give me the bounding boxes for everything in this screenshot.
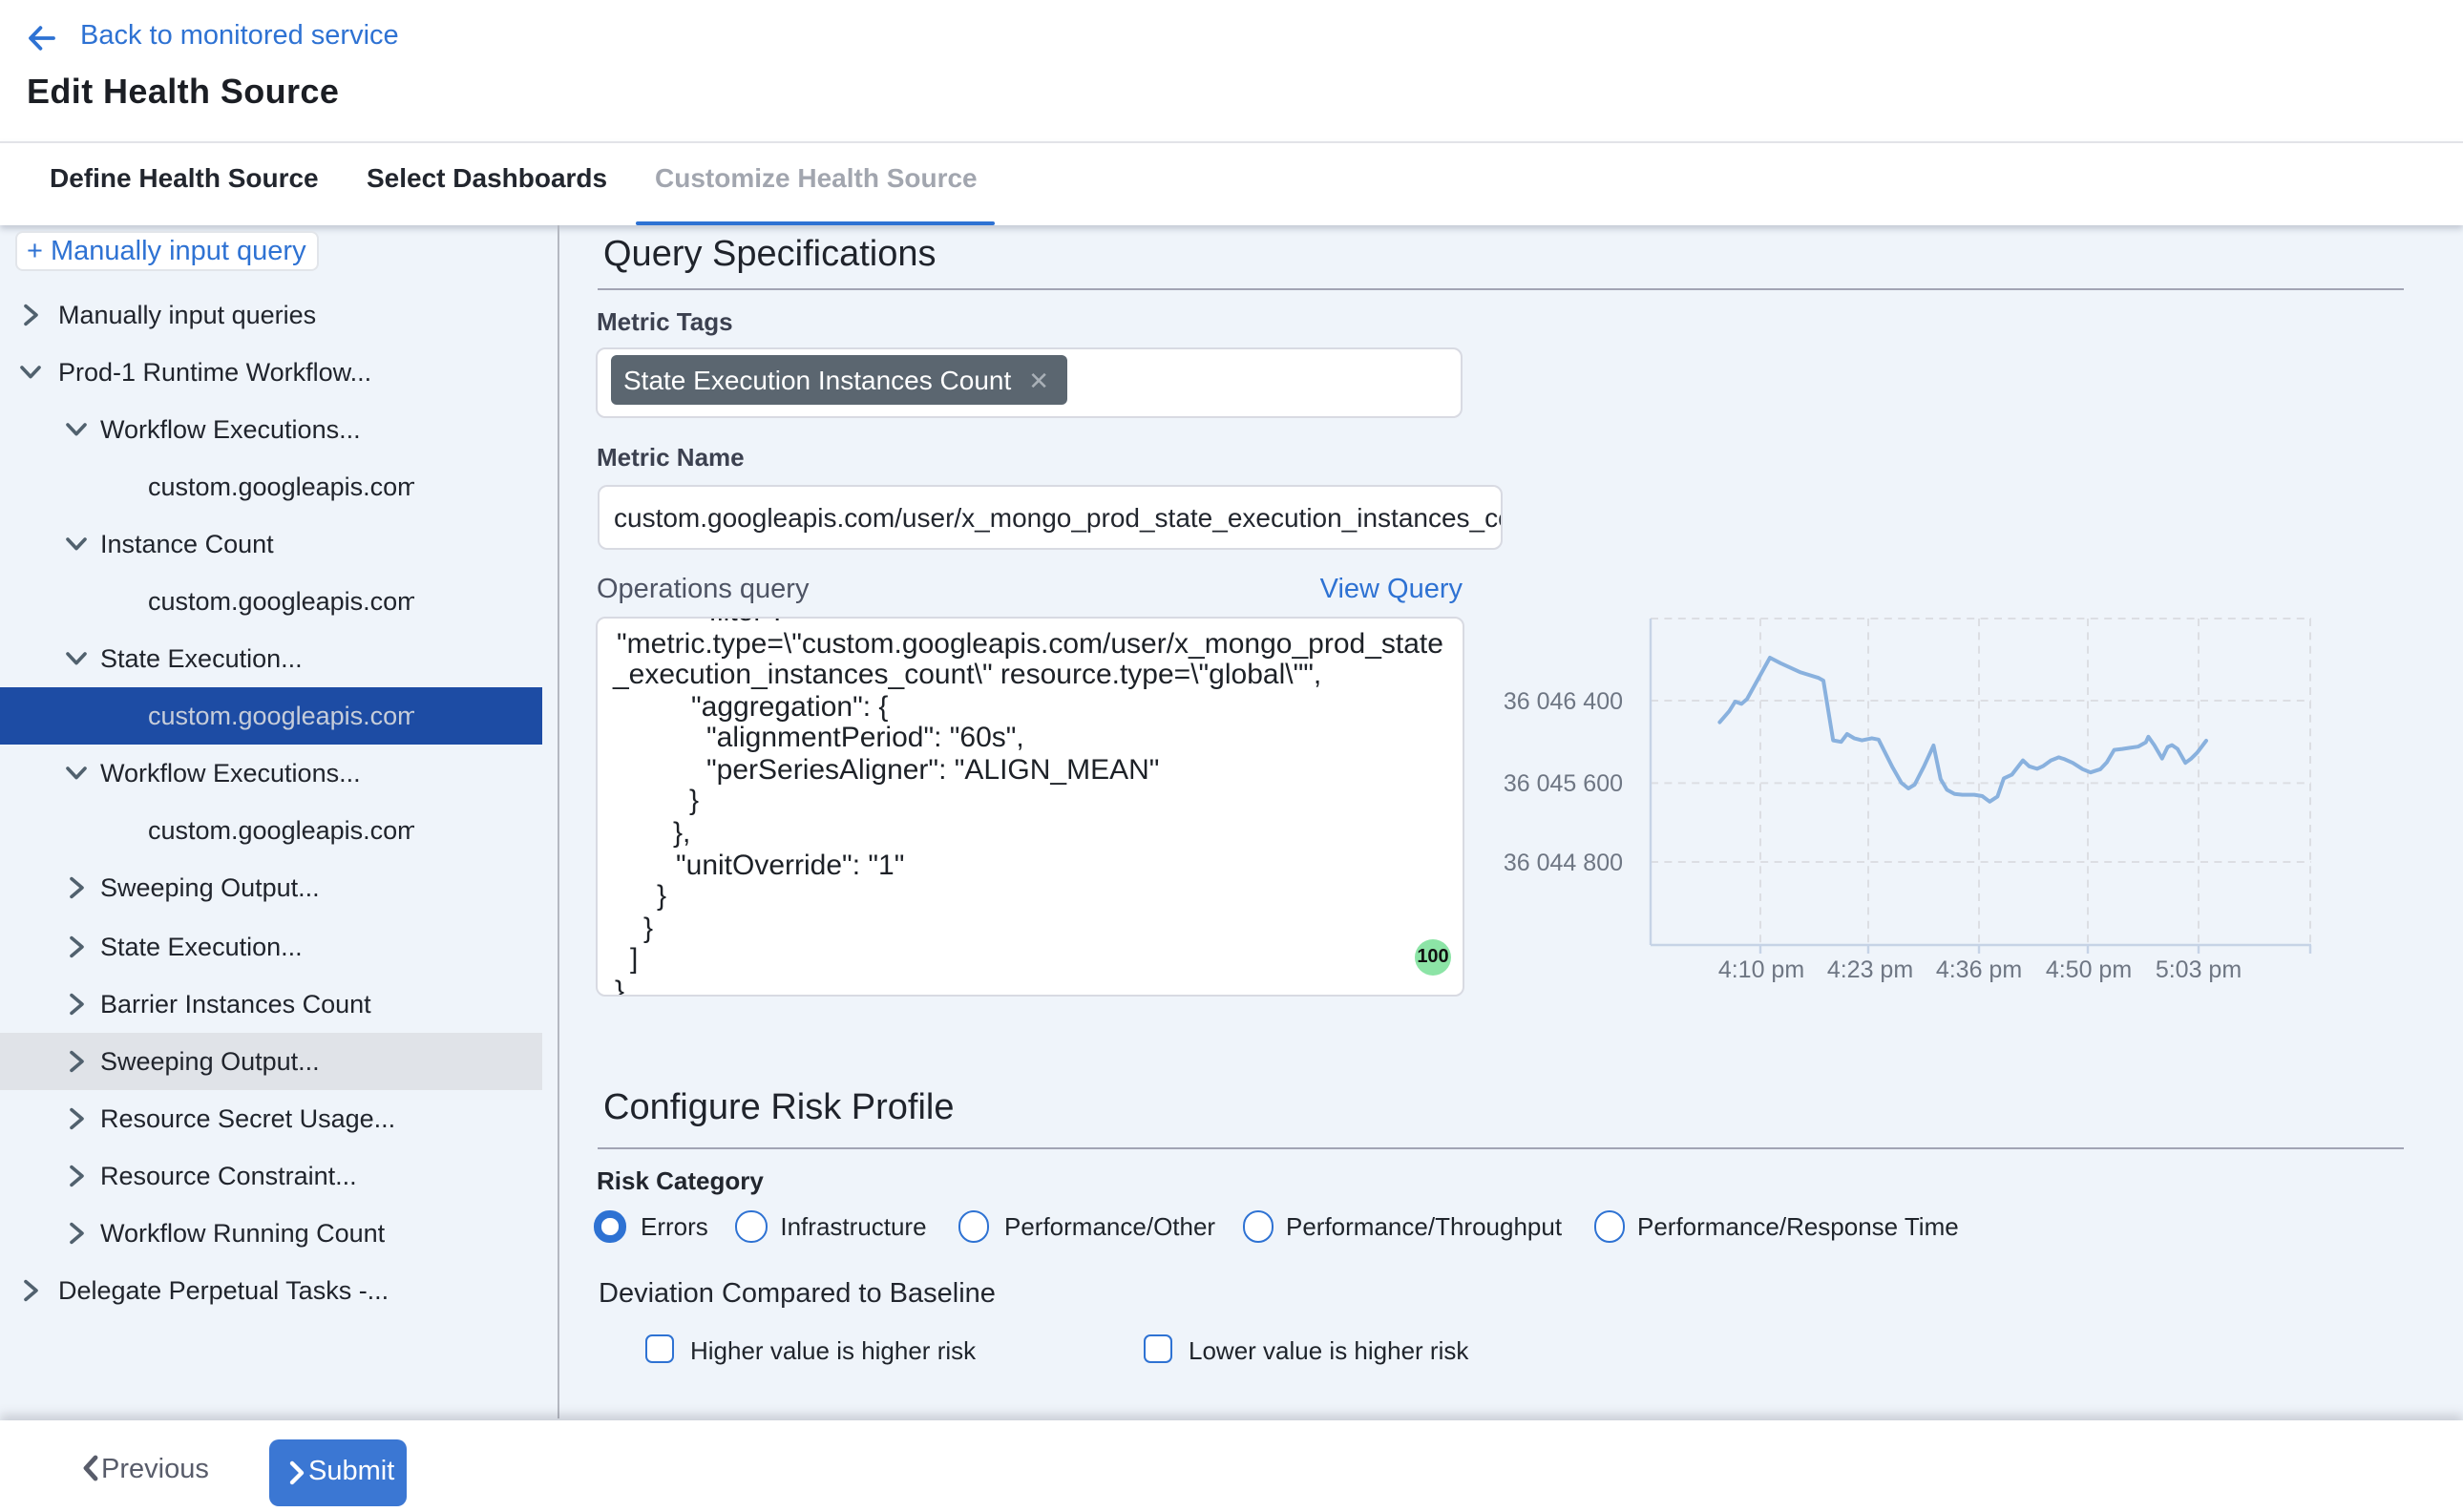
svg-text:5:03 pm: 5:03 pm xyxy=(2156,956,2242,983)
svg-text:36 046 400: 36 046 400 xyxy=(1504,688,1623,715)
svg-text:36 044 800: 36 044 800 xyxy=(1504,850,1623,876)
svg-text:4:36 pm: 4:36 pm xyxy=(1936,956,2022,983)
svg-text:4:23 pm: 4:23 pm xyxy=(1827,956,1913,983)
svg-text:4:50 pm: 4:50 pm xyxy=(2046,956,2132,983)
svg-text:4:10 pm: 4:10 pm xyxy=(1718,956,1804,983)
svg-text:36 045 600: 36 045 600 xyxy=(1504,770,1623,797)
